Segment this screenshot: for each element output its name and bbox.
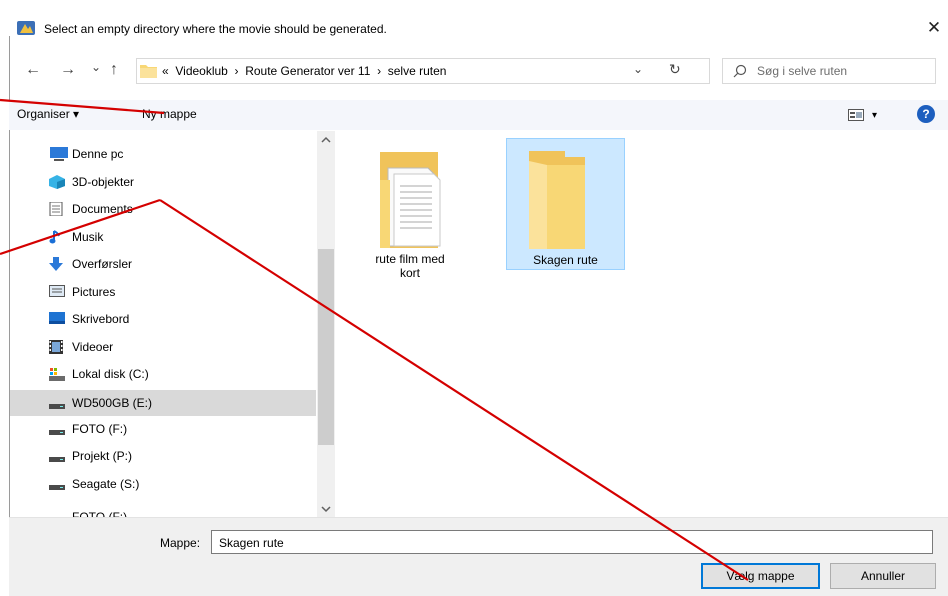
cancel-label: Annuller	[860, 569, 906, 583]
file-item[interactable]: rute film med kort	[353, 138, 467, 288]
sidebar-item[interactable]: Documents	[49, 198, 325, 220]
breadcrumb-separator[interactable]: ›	[235, 64, 239, 78]
breadcrumb-item[interactable]: selve ruten	[388, 64, 447, 78]
scroll-down-arrow-icon[interactable]	[320, 503, 332, 513]
sidebar-item-label: Projekt (P:)	[72, 449, 133, 463]
drive-icon	[49, 422, 65, 436]
forward-arrow-icon: →	[60, 61, 76, 78]
sidebar-item-label: FOTO (F:)	[72, 422, 128, 436]
window-title: Select an empty directory where the movi…	[44, 22, 387, 36]
sidebar-item[interactable]: Videoer	[49, 336, 325, 358]
sidebar-item[interactable]: Pictures	[49, 281, 325, 303]
drive-icon	[49, 507, 65, 517]
sidebar-item-label: Lokal disk (C:)	[72, 367, 149, 381]
breadcrumb-overflow[interactable]: «	[162, 64, 169, 78]
sidebar-item-label: Documents	[72, 202, 133, 216]
music-icon	[49, 230, 65, 244]
sidebar-item[interactable]: Seagate (S:)	[49, 473, 325, 495]
back-button[interactable]: ←	[25, 61, 41, 79]
sidebar-item[interactable]: 3D-objekter	[49, 171, 325, 193]
sidebar-item[interactable]: FOTO (F:)	[49, 418, 325, 440]
help-button[interactable]: ?	[917, 105, 935, 123]
folder-name-value: Skagen rute	[219, 536, 284, 550]
view-dropdown-arrow: ▾	[872, 109, 878, 121]
app-icon	[16, 19, 36, 37]
forward-button[interactable]: →	[60, 61, 76, 79]
sidebar-item-selected[interactable]: WD500GB (E:)	[10, 390, 316, 416]
chevron-down-icon: ⌄	[91, 60, 102, 74]
drive-icon	[49, 477, 65, 491]
close-button[interactable]: ✕	[922, 18, 946, 38]
view-icon	[848, 109, 864, 121]
scroll-up-arrow-icon[interactable]	[320, 134, 332, 144]
sidebar-item[interactable]: Denne pc	[49, 143, 325, 165]
select-folder-label: Vælg mappe	[726, 569, 795, 583]
sidebar-item[interactable]: Overførsler	[49, 253, 325, 275]
help-icon: ?	[922, 107, 930, 121]
breadcrumb-item[interactable]: Videoklub	[175, 64, 228, 78]
breadcrumb-item[interactable]: Route Generator ver 11	[245, 64, 370, 78]
sidebar-item-label: WD500GB (E:)	[72, 396, 153, 410]
desktop-icon	[49, 312, 65, 326]
breadcrumb: « Videoklub › Route Generator ver 11 › s…	[162, 64, 446, 78]
download-icon	[49, 257, 65, 271]
address-folder-icon	[140, 63, 157, 78]
back-arrow-icon: ←	[25, 61, 41, 78]
new-folder-button[interactable]: Ny mappe	[142, 107, 197, 121]
search-placeholder: Søg i selve ruten	[757, 64, 848, 78]
folder-with-documents-icon	[380, 152, 441, 248]
sidebar-item[interactable]: Lokal disk (C:)	[49, 363, 325, 385]
sidebar-item-label: Denne pc	[72, 147, 124, 161]
sidebar-item[interactable]: Skrivebord	[49, 308, 325, 330]
sidebar-item-label: Overførsler	[72, 257, 132, 271]
cube-icon	[49, 175, 65, 189]
refresh-button[interactable]: ↻	[669, 61, 681, 78]
sidebar-item-label: Videoer	[72, 340, 114, 354]
select-folder-button[interactable]: Vælg mappe	[701, 563, 820, 589]
sidebar-item-label: Musik	[72, 230, 104, 244]
chevron-down-icon: ⌄	[633, 62, 644, 76]
breadcrumb-separator[interactable]: ›	[377, 64, 381, 78]
scrollbar-thumb[interactable]	[318, 249, 334, 445]
recent-locations-button[interactable]: ⌄	[91, 60, 101, 74]
navigation-pane: Denne pc 3D-objekter Documents Musik Ove…	[10, 131, 335, 517]
sidebar-item-label: FOTO (F:)	[72, 510, 128, 517]
file-name: rute film med	[375, 252, 445, 266]
cancel-button[interactable]: Annuller	[830, 563, 936, 589]
video-icon	[49, 340, 65, 354]
address-dropdown-button[interactable]: ⌄	[633, 62, 643, 76]
sidebar-item[interactable]: FOTO (F:)	[49, 507, 325, 517]
file-name: kort	[399, 266, 420, 280]
folder-name-input[interactable]: Skagen rute	[211, 530, 933, 554]
folder-label: Mappe:	[160, 536, 201, 550]
refresh-icon: ↻	[669, 61, 681, 77]
search-icon	[733, 64, 747, 78]
sidebar-item-label: Pictures	[72, 285, 116, 299]
organise-menu[interactable]: Organiser ▾	[17, 107, 79, 121]
sidebar-item[interactable]: Musik	[49, 226, 325, 248]
up-arrow-icon: ↑	[110, 61, 118, 78]
folder-icon	[529, 151, 585, 249]
up-button[interactable]: ↑	[110, 61, 118, 79]
sidebar-item[interactable]: Projekt (P:)	[49, 445, 325, 467]
sidebar-item-label: Skrivebord	[72, 312, 130, 326]
document-icon	[49, 201, 65, 217]
close-icon: ✕	[926, 18, 942, 37]
computer-icon	[49, 147, 68, 161]
file-item-selected[interactable]: Skagen rute	[506, 138, 625, 270]
sidebar-item-label: 3D-objekter	[72, 175, 135, 189]
picture-icon	[49, 285, 65, 299]
drive-icon	[49, 449, 65, 463]
system-drive-icon	[49, 367, 65, 381]
sidebar-item-label: Seagate (S:)	[72, 477, 140, 491]
file-name: Skagen rute	[533, 253, 598, 267]
view-options-button[interactable]: ▾	[848, 106, 888, 124]
drive-icon	[49, 396, 65, 410]
